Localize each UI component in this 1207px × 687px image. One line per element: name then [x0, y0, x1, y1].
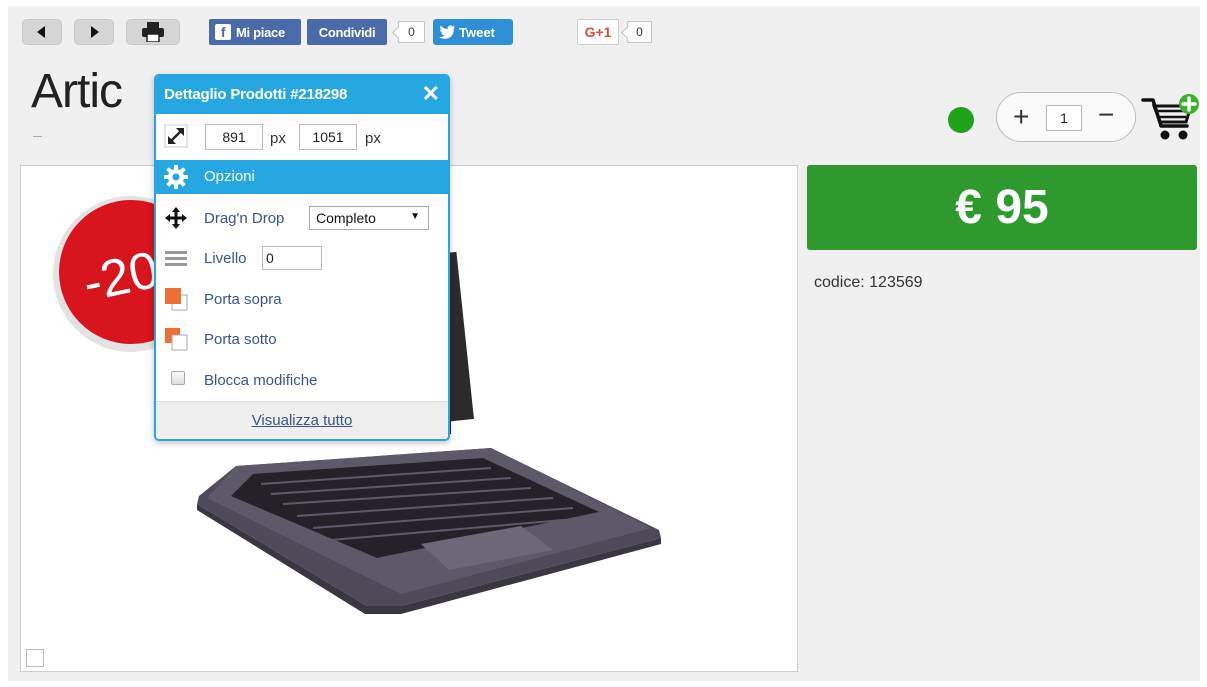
facebook-share-label: Condividi — [318, 24, 376, 40]
height-unit: px — [365, 130, 381, 147]
width-input[interactable]: 891 — [205, 124, 263, 150]
product-detail-popup: Dettaglio Prodotti #218298 ✕ 891 px 1051… — [154, 74, 450, 441]
add-to-cart-icon[interactable] — [1141, 92, 1201, 144]
image-select-checkbox[interactable] — [26, 649, 44, 667]
gplus-count-value: 0 — [636, 25, 643, 39]
level-input[interactable]: 0 — [262, 246, 322, 270]
lock-edits-checkbox[interactable] — [171, 371, 185, 385]
level-row: Livello 0 — [156, 240, 448, 278]
bring-to-front-icon — [165, 288, 188, 311]
drag-mode-select[interactable]: Completo ▼ — [309, 206, 429, 230]
google-plus-label: G+1 — [584, 24, 612, 40]
drag-row: Drag'n Drop Completo ▼ — [156, 200, 448, 238]
send-back-label: Porta sotto — [204, 331, 277, 348]
price-box: € 95 — [807, 165, 1197, 250]
quantity-input[interactable]: 1 — [1046, 105, 1082, 131]
lock-edits-row: Blocca modifiche — [156, 362, 448, 400]
options-label: Opzioni — [204, 168, 255, 185]
product-code: codice: 123569 — [814, 274, 923, 291]
back-button[interactable] — [22, 19, 62, 45]
arrow-left-icon — [37, 26, 45, 38]
tweet-label: Tweet — [459, 24, 495, 40]
level-label: Livello — [204, 250, 247, 267]
twitter-bird-icon — [439, 25, 455, 39]
drag-label: Drag'n Drop — [204, 210, 285, 227]
bring-front-label: Porta sopra — [204, 291, 282, 308]
facebook-like-label: Mi piace — [236, 24, 285, 40]
popup-footer: Visualizza tutto — [156, 401, 448, 439]
bring-front-row[interactable]: Porta sopra — [156, 281, 448, 319]
arrow-right-icon — [91, 26, 99, 38]
tweet-button[interactable]: Tweet — [433, 19, 513, 45]
view-all-link[interactable]: Visualizza tutto — [156, 412, 448, 429]
keyboard-dock — [197, 448, 661, 614]
title-underline — [33, 136, 42, 137]
size-row: 891 px 1051 px — [156, 118, 448, 156]
quantity-increase-button[interactable]: + — [1013, 102, 1029, 132]
close-icon[interactable]: ✕ — [422, 82, 440, 106]
availability-status-dot — [948, 107, 974, 133]
page: f Mi piace Condividi 0 Tweet G+1 0 Artic… — [8, 6, 1200, 681]
forward-button[interactable] — [74, 19, 114, 45]
facebook-like-button[interactable]: f Mi piace — [209, 19, 301, 45]
google-plus-button[interactable]: G+1 — [577, 19, 619, 45]
layers-icon — [165, 251, 187, 266]
share-count-badge: 0 — [398, 21, 425, 43]
drag-mode-value: Completo — [316, 210, 376, 226]
popup-header[interactable]: Dettaglio Prodotti #218298 ✕ — [156, 76, 448, 114]
move-arrows-icon — [165, 207, 187, 229]
height-input[interactable]: 1051 — [299, 124, 357, 150]
gear-icon — [164, 165, 188, 189]
send-back-row[interactable]: Porta sotto — [156, 321, 448, 359]
lock-edits-label: Blocca modifiche — [204, 372, 318, 389]
quantity-decrease-button[interactable]: − — [1098, 100, 1114, 130]
resize-icon — [164, 124, 188, 148]
print-button[interactable] — [126, 19, 180, 45]
width-unit: px — [270, 130, 286, 147]
send-to-back-icon — [165, 328, 188, 351]
options-row[interactable]: Opzioni — [156, 160, 448, 194]
facebook-icon: f — [215, 24, 231, 40]
share-count-value: 0 — [408, 25, 415, 39]
gplus-count-badge: 0 — [627, 21, 652, 43]
price-value: € 95 — [955, 181, 1049, 234]
quantity-stepper: + 1 − — [996, 92, 1136, 142]
dropdown-arrow-icon: ▼ — [410, 211, 420, 222]
printer-icon — [142, 22, 164, 42]
page-title: Artic — [31, 65, 123, 118]
popup-title: Dettaglio Prodotti #218298 — [164, 86, 348, 103]
facebook-share-button[interactable]: Condividi — [307, 19, 387, 45]
